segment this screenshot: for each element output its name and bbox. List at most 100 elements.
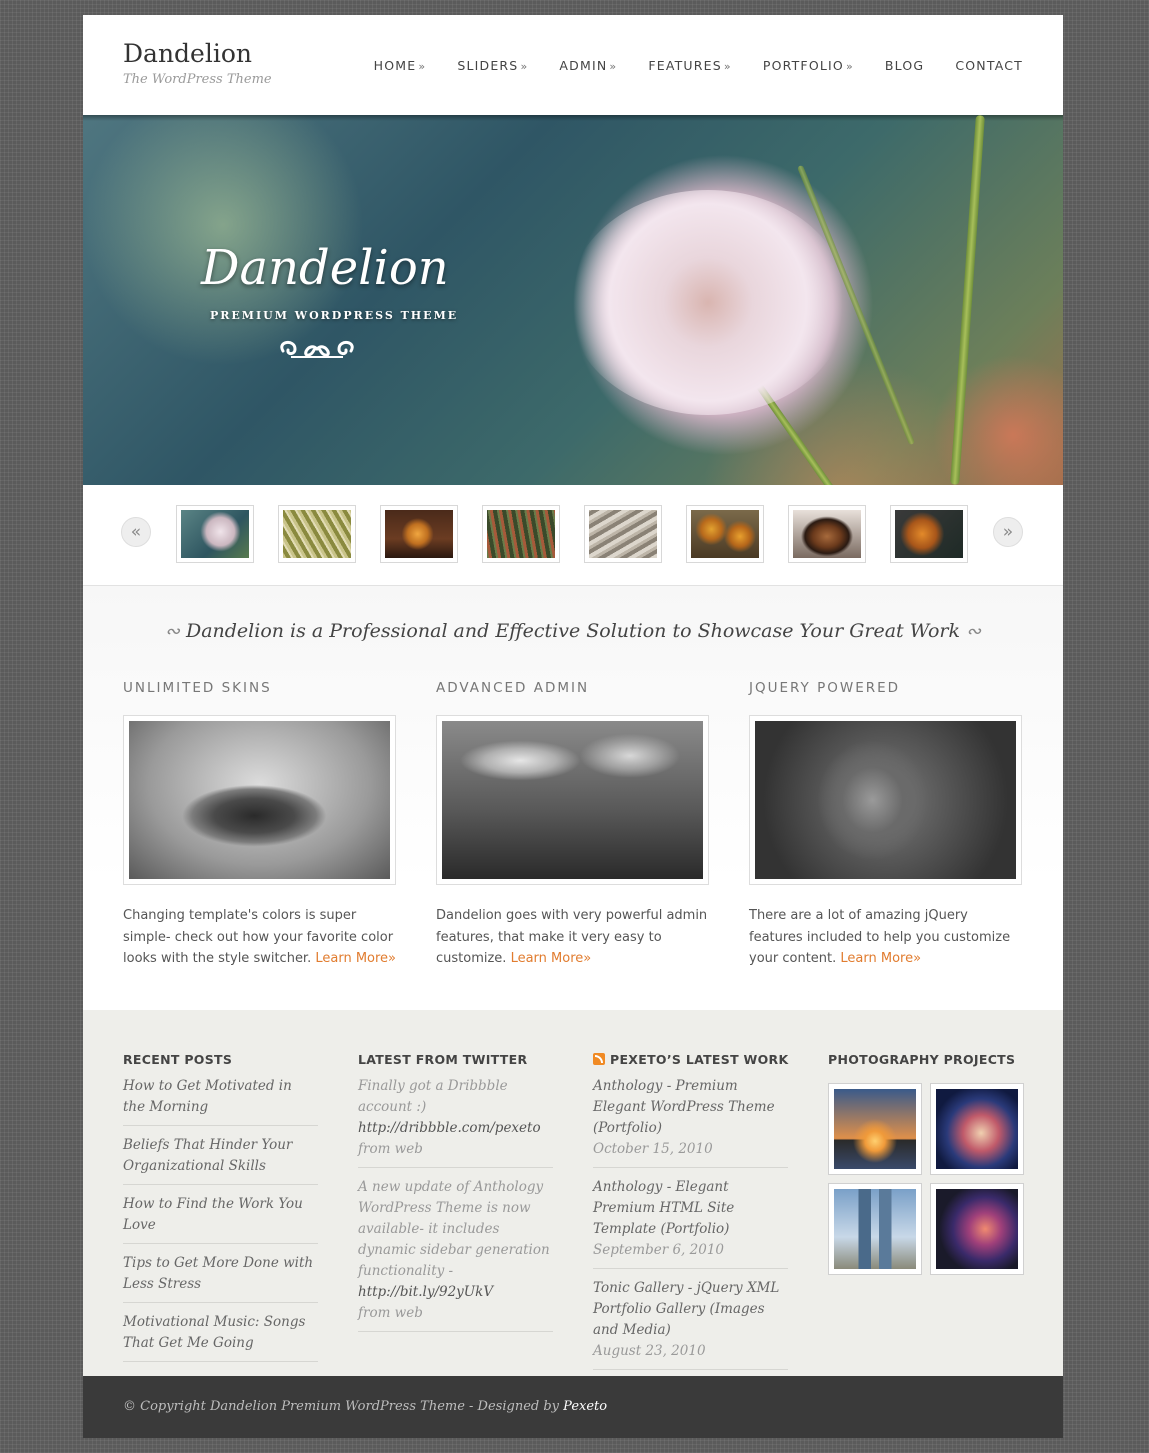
site-footer: © Copyright Dandelion Premium WordPress …	[83, 1376, 1063, 1438]
photo-thumb-night-rocks[interactable]	[930, 1183, 1024, 1275]
work-item: Tonic Gallery - jQuery XML Portfolio Gal…	[593, 1278, 788, 1370]
footer-widgets: RECENT POSTS How to Get Motivated in the…	[83, 1010, 1063, 1376]
feature-column-jquery: JQUERY POWERED There are a lot of amazin…	[749, 680, 1022, 970]
widget-twitter: LATEST FROM TWITTER Finally got a Dribbb…	[358, 1052, 553, 1341]
thumbnail-dandelion[interactable]	[176, 505, 254, 563]
photo-image	[834, 1089, 916, 1169]
widget-recent-posts: RECENT POSTS How to Get Motivated in the…	[123, 1052, 318, 1371]
nav-item-portfolio[interactable]: PORTFOLIO»	[763, 58, 854, 73]
feature-column-skins: UNLIMITED SKINS Changing template's colo…	[123, 680, 396, 970]
recent-post-link[interactable]: How to Find the Work You Love	[123, 1194, 318, 1244]
dandelion-seedhead	[568, 190, 848, 415]
thumbnail-image	[589, 510, 657, 558]
photo-thumb-towers[interactable]	[828, 1183, 922, 1275]
work-item: Anthology - Premium Elegant WordPress Th…	[593, 1076, 788, 1168]
recent-post-link[interactable]: How to Get Motivated in the Morning	[123, 1076, 318, 1126]
thumbnail-image	[283, 510, 351, 558]
work-item: Anthology - Elegant Premium HTML Site Te…	[593, 1177, 788, 1269]
nav-arrow: »	[609, 60, 618, 73]
feature-description: Changing template's colors is super simp…	[123, 905, 396, 970]
hero-title: Dandelion	[201, 240, 449, 296]
thumbnail-image	[181, 510, 249, 558]
tagline-text: Dandelion is a Professional and Effectiv…	[185, 620, 961, 642]
thumbnail-image	[793, 510, 861, 558]
feature-column-admin: ADVANCED ADMIN Dandelion goes with very …	[436, 680, 709, 970]
thumbnail-ice[interactable]	[584, 505, 662, 563]
thumbnail-strip: « »	[83, 485, 1063, 586]
learn-more-link[interactable]: Learn More»	[840, 951, 921, 966]
recent-post-link[interactable]: Tips to Get More Done with Less Stress	[123, 1253, 318, 1303]
plant-stem	[950, 115, 985, 485]
nav-item-label: PORTFOLIO	[762, 58, 844, 73]
widget-title: LATEST FROM TWITTER	[358, 1052, 528, 1067]
photo-thumb-skyline[interactable]	[828, 1083, 922, 1175]
thumbnail-image	[895, 510, 963, 558]
thumbnail-grass[interactable]	[278, 505, 356, 563]
feature-title: ADVANCED ADMIN	[436, 680, 590, 696]
nav-item-contact[interactable]: CONTACT	[955, 58, 1023, 73]
nav-item-label: FEATURES	[648, 58, 722, 73]
thumbnail-image	[487, 510, 555, 558]
feature-image-water-drop	[129, 721, 390, 879]
nav-item-sliders[interactable]: SLIDERS»	[457, 58, 528, 73]
nav-item-label: BLOG	[884, 58, 925, 73]
hero-top-shadow	[83, 115, 1063, 121]
feature-title: UNLIMITED SKINS	[123, 680, 272, 696]
thumbnail-sprout[interactable]	[380, 505, 458, 563]
work-link[interactable]: Anthology - Elegant Premium HTML Site Te…	[593, 1179, 734, 1237]
thumbnail-autumn-leaves[interactable]	[686, 505, 764, 563]
tweet-link[interactable]: http://bit.ly/92yUkV	[358, 1284, 493, 1300]
learn-more-link[interactable]: Learn More»	[315, 951, 396, 966]
nav-item-blog[interactable]: BLOG	[885, 58, 924, 73]
learn-more-link[interactable]: Learn More»	[511, 951, 592, 966]
main-nav: HOME» SLIDERS» ADMIN» FEATURES» PORTFOLI…	[343, 58, 1023, 73]
nav-arrow: »	[418, 60, 427, 73]
widget-title: PEXETO’S LATEST WORK	[593, 1052, 788, 1067]
nav-arrow: »	[723, 60, 732, 73]
hero-slider[interactable]: Dandelion PREMIUM WORDPRESS THEME	[83, 115, 1063, 485]
nav-arrow: »	[520, 60, 529, 73]
nav-item-admin[interactable]: ADMIN»	[559, 58, 617, 73]
thumbnail-water-drop[interactable]	[788, 505, 866, 563]
tweet-source: from web	[358, 1305, 423, 1321]
rss-icon[interactable]	[593, 1053, 605, 1065]
photo-thumb-tunnel[interactable]	[930, 1083, 1024, 1175]
site-header: Dandelion The WordPress Theme HOME» SLID…	[83, 15, 1063, 115]
widget-title-text: PEXETO’S LATEST WORK	[610, 1052, 789, 1067]
work-link[interactable]: Anthology - Premium Elegant WordPress Th…	[593, 1078, 775, 1136]
photo-image	[834, 1189, 916, 1269]
thumbs-next-button[interactable]: »	[993, 517, 1023, 547]
feature-title: JQUERY POWERED	[749, 680, 901, 696]
widget-photography: PHOTOGRAPHY PROJECTS	[828, 1052, 1024, 1275]
thumbnail-image	[691, 510, 759, 558]
tagline: ∾ Dandelion is a Professional and Effecti…	[83, 620, 1063, 642]
ornament-icon	[280, 341, 354, 358]
designer-link[interactable]: Pexeto	[563, 1399, 607, 1414]
thumbs-prev-button[interactable]: «	[121, 517, 151, 547]
work-date: September 6, 2010	[593, 1242, 724, 1258]
feature-image-frame[interactable]	[123, 715, 396, 885]
copyright-text: © Copyright Dandelion Premium WordPress …	[123, 1399, 607, 1414]
thumbnail-dewdrops[interactable]	[482, 505, 560, 563]
feature-description: Dandelion goes with very powerful admin …	[436, 905, 709, 970]
thumbnail-orange-leaf[interactable]	[890, 505, 968, 563]
site-logo-title[interactable]: Dandelion	[123, 39, 252, 68]
photo-image	[936, 1189, 1018, 1269]
nav-item-features[interactable]: FEATURES»	[648, 58, 732, 73]
feature-image-frame[interactable]	[749, 715, 1022, 885]
recent-post-link[interactable]: Beliefs That Hinder Your Organizational …	[123, 1135, 318, 1185]
feature-image-frame[interactable]	[436, 715, 709, 885]
tweet-link[interactable]: http://dribbble.com/pexeto	[358, 1120, 541, 1136]
nav-item-label: ADMIN	[559, 58, 608, 73]
swirl-right-icon: ∾	[966, 621, 982, 642]
nav-item-label: SLIDERS	[457, 58, 519, 73]
nav-item-home[interactable]: HOME»	[374, 58, 427, 73]
work-link[interactable]: Tonic Gallery - jQuery XML Portfolio Gal…	[593, 1280, 779, 1338]
nav-arrow: »	[845, 60, 854, 73]
site-logo-subtitle: The WordPress Theme	[123, 72, 272, 87]
widget-title: PHOTOGRAPHY PROJECTS	[828, 1052, 1016, 1067]
thumbnail-image	[385, 510, 453, 558]
widget-latest-work: PEXETO’S LATEST WORK Anthology - Premium…	[593, 1052, 788, 1379]
recent-post-link[interactable]: Motivational Music: Songs That Get Me Go…	[123, 1312, 318, 1362]
feature-image-oak-leaf	[755, 721, 1016, 879]
